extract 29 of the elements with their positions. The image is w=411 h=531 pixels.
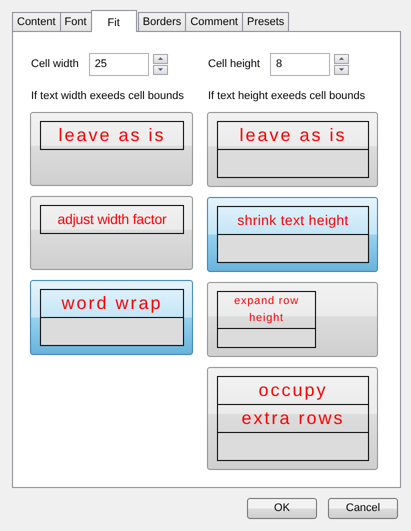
number-field[interactable]: 25 (88, 52, 149, 76)
tab[interactable]: Comment (185, 12, 243, 31)
cell-height-label: Cell height (208, 56, 260, 72)
tab[interactable]: Presets (242, 12, 290, 31)
section-heading: If text height exeeds cell bounds (208, 89, 366, 104)
preview-text: leave as is (57, 124, 167, 146)
spin-down-button[interactable] (152, 64, 168, 74)
triangle-up-icon (338, 56, 345, 61)
preview-text: expand row height (233, 294, 300, 326)
preview-text: occupy (257, 378, 329, 402)
spin-up-button[interactable] (334, 54, 349, 64)
cancel-button[interactable]: Cancel (328, 498, 398, 519)
tab[interactable]: Font (60, 12, 92, 31)
spin-down-button[interactable] (334, 64, 349, 74)
spin-up-button[interactable] (152, 54, 168, 64)
preview-text: adjust width factor (56, 210, 168, 229)
preview-text: leave as is (238, 124, 348, 146)
triangle-down-icon (338, 67, 345, 72)
tab[interactable]: Borders (138, 12, 186, 31)
triangle-up-icon (156, 56, 164, 61)
triangle-down-icon (156, 67, 164, 72)
preview-text: word wrap (60, 292, 164, 315)
number-field[interactable]: 8 (270, 52, 330, 76)
ok-button[interactable]: OK (247, 498, 317, 519)
cell-width-label: Cell width (31, 56, 79, 72)
section-heading: If text width exeeds cell bounds (31, 89, 185, 104)
preview-text: shrink text height (236, 210, 350, 230)
tab[interactable]: Content (12, 12, 61, 31)
tab[interactable]: Fit (90, 10, 137, 32)
